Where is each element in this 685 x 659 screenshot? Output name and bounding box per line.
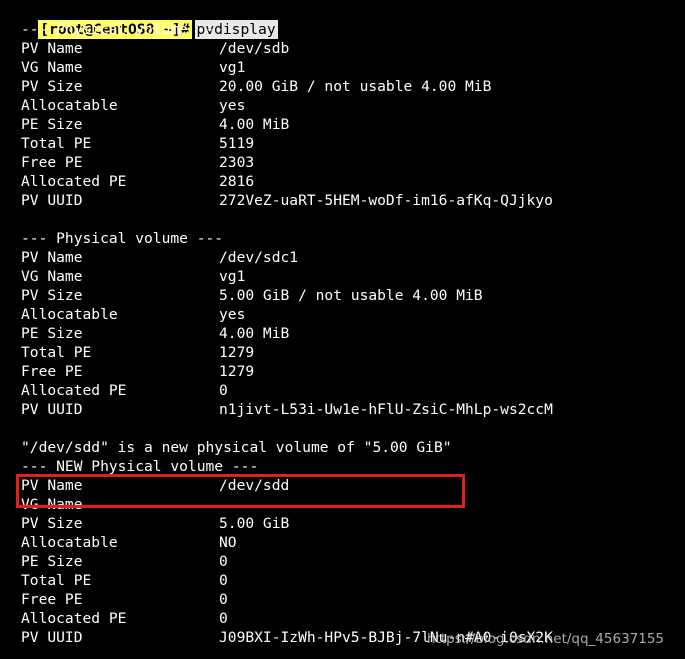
field-value: n1jivt-L53i-Uw1e-hFlU-ZsiC-MhLp-ws2ccM [219, 401, 553, 418]
new-volume-notice: "/dev/sdd" is a new physical volume of "… [21, 439, 452, 456]
field-key: PV UUID [21, 192, 83, 209]
field-value: yes [219, 306, 246, 323]
field-key: PV Name [21, 40, 83, 57]
field-value: 5.00 GiB [219, 515, 290, 532]
field-key: Allocated PE [21, 173, 127, 190]
field-value: 1279 [219, 344, 255, 361]
field-value: 5.00 GiB / not usable 4.00 MiB [219, 287, 483, 304]
field-value: NO [219, 534, 237, 551]
watermark: https://blog.csdn.net/qq_45637155 [427, 631, 665, 647]
field-key: Total PE [21, 135, 92, 152]
field-key: Allocatable [21, 306, 118, 323]
field-key: PV Size [21, 287, 83, 304]
annotation-highlight-box [16, 474, 465, 508]
field-value: 5119 [219, 135, 255, 152]
field-key: Free PE [21, 154, 83, 171]
field-value: 0 [219, 591, 228, 608]
field-value: 4.00 MiB [219, 116, 290, 133]
field-key: PV Name [21, 249, 83, 266]
field-value: 0 [219, 610, 228, 627]
field-value: 0 [219, 572, 228, 589]
field-key: Allocated PE [21, 610, 127, 627]
field-key: Total PE [21, 572, 92, 589]
field-key: Allocatable [21, 534, 118, 551]
field-key: PE Size [21, 553, 83, 570]
field-value: 0 [219, 382, 228, 399]
field-value: /dev/sdc1 [219, 249, 299, 266]
field-key: PV UUID [21, 401, 83, 418]
field-value: /dev/sdb [219, 40, 290, 57]
field-value: 2816 [219, 173, 255, 190]
field-key: PE Size [21, 116, 83, 133]
field-value: 272VeZ-uaRT-5HEM-woDf-im16-afKq-QJjkyo [219, 192, 553, 209]
volume-header: --- Physical volume --- [21, 21, 224, 38]
field-key: Free PE [21, 363, 83, 380]
field-key: PV Size [21, 515, 83, 532]
field-value: 2303 [219, 154, 255, 171]
field-key: Free PE [21, 591, 83, 608]
field-key: VG Name [21, 59, 83, 76]
field-value: 1279 [219, 363, 255, 380]
field-value: 20.00 GiB / not usable 4.00 MiB [219, 78, 492, 95]
field-value: 0 [219, 553, 228, 570]
field-key: Total PE [21, 344, 92, 361]
field-key: PV UUID [21, 629, 83, 646]
field-value: vg1 [219, 268, 246, 285]
field-key: Allocated PE [21, 382, 127, 399]
terminal-window[interactable]: [root@CentOS8 ~]# pvdisplay --- Physical … [0, 0, 685, 659]
field-key: Allocatable [21, 97, 118, 114]
shell-prompt-line: [root@CentOS8 ~]# pvdisplay [3, 1, 278, 39]
field-value: vg1 [219, 59, 246, 76]
field-value: yes [219, 97, 246, 114]
field-value: 4.00 MiB [219, 325, 290, 342]
field-key: PE Size [21, 325, 83, 342]
field-key: VG Name [21, 268, 83, 285]
volume-header: --- Physical volume --- [21, 230, 224, 247]
field-key: PV Size [21, 78, 83, 95]
